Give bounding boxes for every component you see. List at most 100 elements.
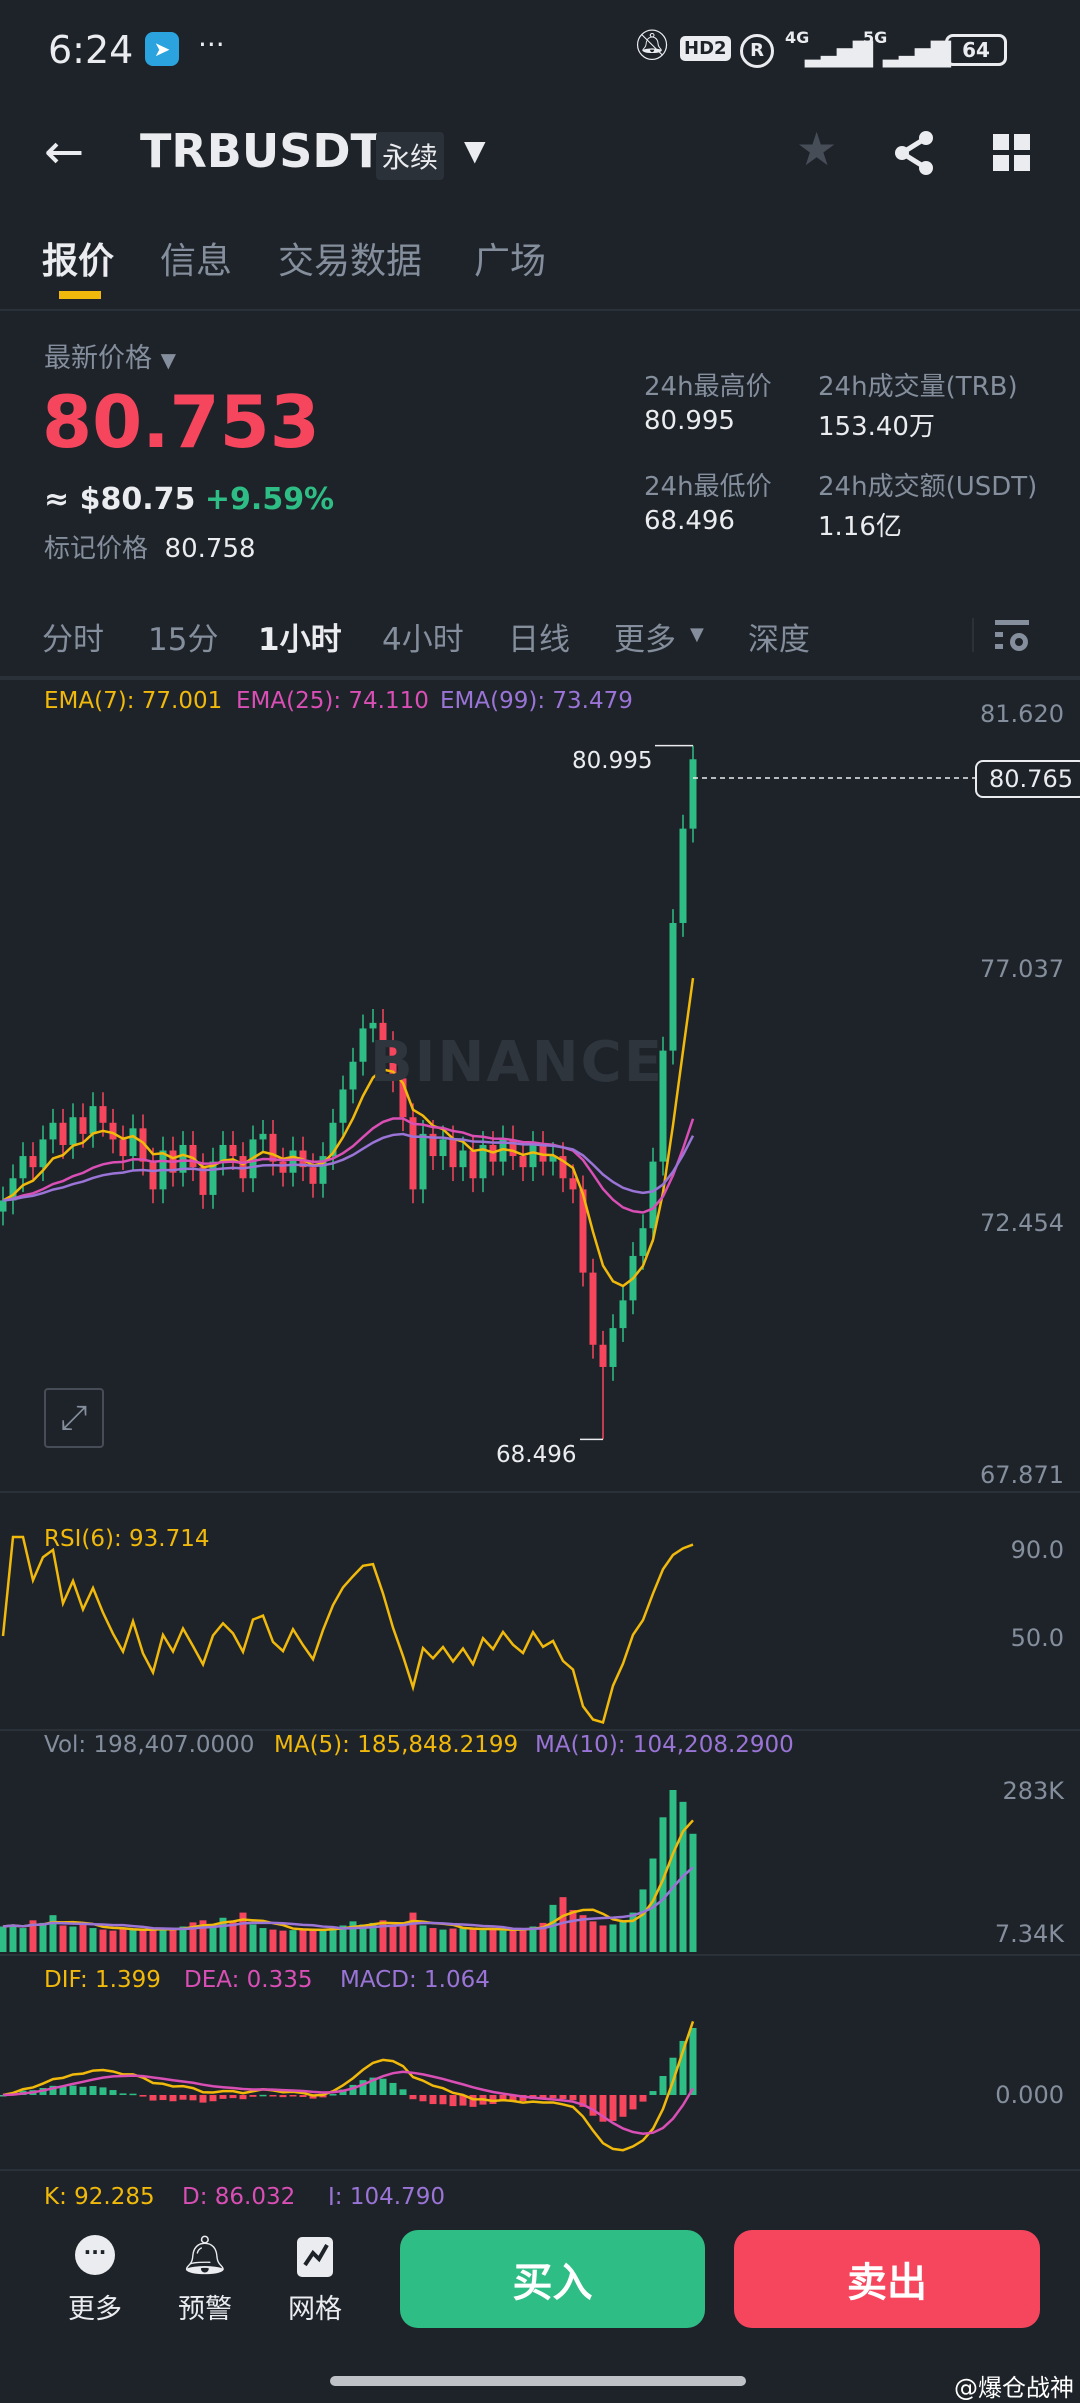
- macd-histogram-bar: [199, 2095, 207, 2103]
- macd-histogram-bar: [329, 2094, 337, 2096]
- volume-bar: [329, 1927, 337, 1952]
- volume-bar: [19, 1928, 27, 1952]
- candle-up: [439, 1139, 447, 1157]
- macd-axis-label: 0.000: [995, 2081, 1064, 2109]
- dif-line: [2, 2020, 695, 2152]
- candle-down: [279, 1161, 287, 1173]
- macd-histogram-bar: [469, 2095, 477, 2107]
- candle-down: [449, 1139, 457, 1168]
- macd-histogram-bar: [89, 2086, 97, 2095]
- candle-up: [459, 1150, 467, 1168]
- macd-histogram-bar: [439, 2095, 447, 2105]
- volume-bar: [69, 1926, 77, 1952]
- candle-up: [49, 1122, 57, 1140]
- volume-bar: [519, 1928, 527, 1952]
- buy-button[interactable]: 买入: [400, 2230, 705, 2328]
- candle-up: [369, 1022, 377, 1029]
- home-indicator[interactable]: [330, 2376, 746, 2386]
- macd-histogram-bar: [559, 2095, 567, 2100]
- macd-histogram-bar: [609, 2095, 617, 2121]
- macd-histogram-bar: [399, 2089, 407, 2095]
- volume-bar: [409, 1912, 417, 1952]
- macd-histogram-bar: [139, 2095, 147, 2097]
- fullscreen-button[interactable]: ⤢: [44, 1388, 104, 1448]
- volume-bar: [9, 1924, 17, 1952]
- dea-legend: DEA: 0.335: [184, 1967, 313, 1993]
- candle-up: [19, 1156, 27, 1179]
- candle-up: [349, 1061, 357, 1090]
- volume-bar: [79, 1924, 87, 1952]
- macd-histogram-bar: [409, 2095, 417, 2100]
- macd-histogram-bar: [209, 2095, 217, 2102]
- candle-down: [599, 1344, 607, 1367]
- volume-bar: [399, 1922, 407, 1952]
- ema7-legend: EMA(7): 77.001: [44, 688, 223, 714]
- more-button[interactable]: ··· 更多: [55, 2235, 135, 2326]
- volume-bar: [119, 1928, 127, 1952]
- macd-histogram-bar: [429, 2095, 437, 2105]
- low-marker-label: 68.496: [496, 1442, 577, 1468]
- candle-up: [529, 1144, 537, 1168]
- candle-down: [229, 1144, 237, 1157]
- candle-up: [689, 759, 697, 829]
- candle-down: [119, 1139, 127, 1157]
- price-axis-label: 67.871: [980, 1461, 1064, 1489]
- volume-bar: [419, 1925, 427, 1952]
- candle-up: [609, 1328, 617, 1367]
- rsi-axis-label: 90.0: [1010, 1536, 1064, 1564]
- volume-bar: [159, 1928, 167, 1952]
- macd-histogram-bar: [219, 2095, 227, 2099]
- volume-bar: [169, 1929, 177, 1952]
- dif-legend: DIF: 1.399: [44, 1967, 161, 1993]
- volume-bar: [669, 1790, 677, 1952]
- candle-up: [419, 1133, 427, 1190]
- volume-bar: [129, 1929, 137, 1952]
- alert-button[interactable]: 🔔︎ 预警: [165, 2235, 245, 2326]
- grid-trading-button[interactable]: 网格: [275, 2235, 355, 2326]
- sell-button[interactable]: 卖出: [734, 2230, 1040, 2328]
- volume-bar: [599, 1925, 607, 1952]
- kline-chart[interactable]: [0, 0, 1080, 2400]
- volume-bar: [449, 1928, 457, 1952]
- volume-bar: [319, 1930, 327, 1952]
- volume-bar: [459, 1927, 467, 1952]
- rsi-line: [1, 1535, 694, 1724]
- macd-histogram-bar: [229, 2095, 237, 2099]
- candle-up: [339, 1089, 347, 1123]
- macd-histogram-bar: [449, 2095, 457, 2107]
- watermark-logo: BINANCE: [370, 1030, 664, 1095]
- volume-bar: [49, 1915, 57, 1952]
- candle-down: [269, 1133, 277, 1162]
- candle-up: [129, 1128, 137, 1157]
- volume-bar: [489, 1929, 497, 1952]
- price-axis-label: 81.620: [980, 700, 1064, 728]
- macd-histogram-bar: [259, 2094, 267, 2097]
- ema25-legend: EMA(25): 74.110: [236, 688, 429, 714]
- candle-down: [99, 1106, 107, 1123]
- volume-bar: [59, 1925, 67, 1952]
- candle-down: [469, 1150, 477, 1179]
- candle-down: [519, 1156, 527, 1168]
- macd-histogram-bar: [189, 2095, 197, 2101]
- macd-histogram-bar: [129, 2093, 137, 2096]
- candle-down: [589, 1272, 597, 1345]
- alert-label: 预警: [178, 2294, 232, 2325]
- volume-bar: [639, 1889, 647, 1952]
- volume-bar: [89, 1928, 97, 1952]
- volume-bar: [569, 1910, 577, 1952]
- ema7-line: [2, 977, 695, 1288]
- volume-bar: [549, 1904, 557, 1952]
- more-label: 更多: [68, 2294, 122, 2325]
- volume-bar: [259, 1928, 267, 1952]
- candle-down: [309, 1167, 317, 1184]
- candle-down: [409, 1117, 417, 1190]
- volume-bar: [179, 1926, 187, 1952]
- candle-up: [89, 1106, 97, 1134]
- macd-histogram-bar: [69, 2085, 77, 2095]
- volume-bar: [499, 1930, 507, 1952]
- macd-histogram-bar: [389, 2082, 397, 2095]
- macd-histogram-bar: [639, 2095, 647, 2102]
- bell-icon: 🔔︎: [180, 2233, 230, 2277]
- macd-histogram-bar: [239, 2095, 247, 2100]
- volume-bar: [249, 1924, 257, 1952]
